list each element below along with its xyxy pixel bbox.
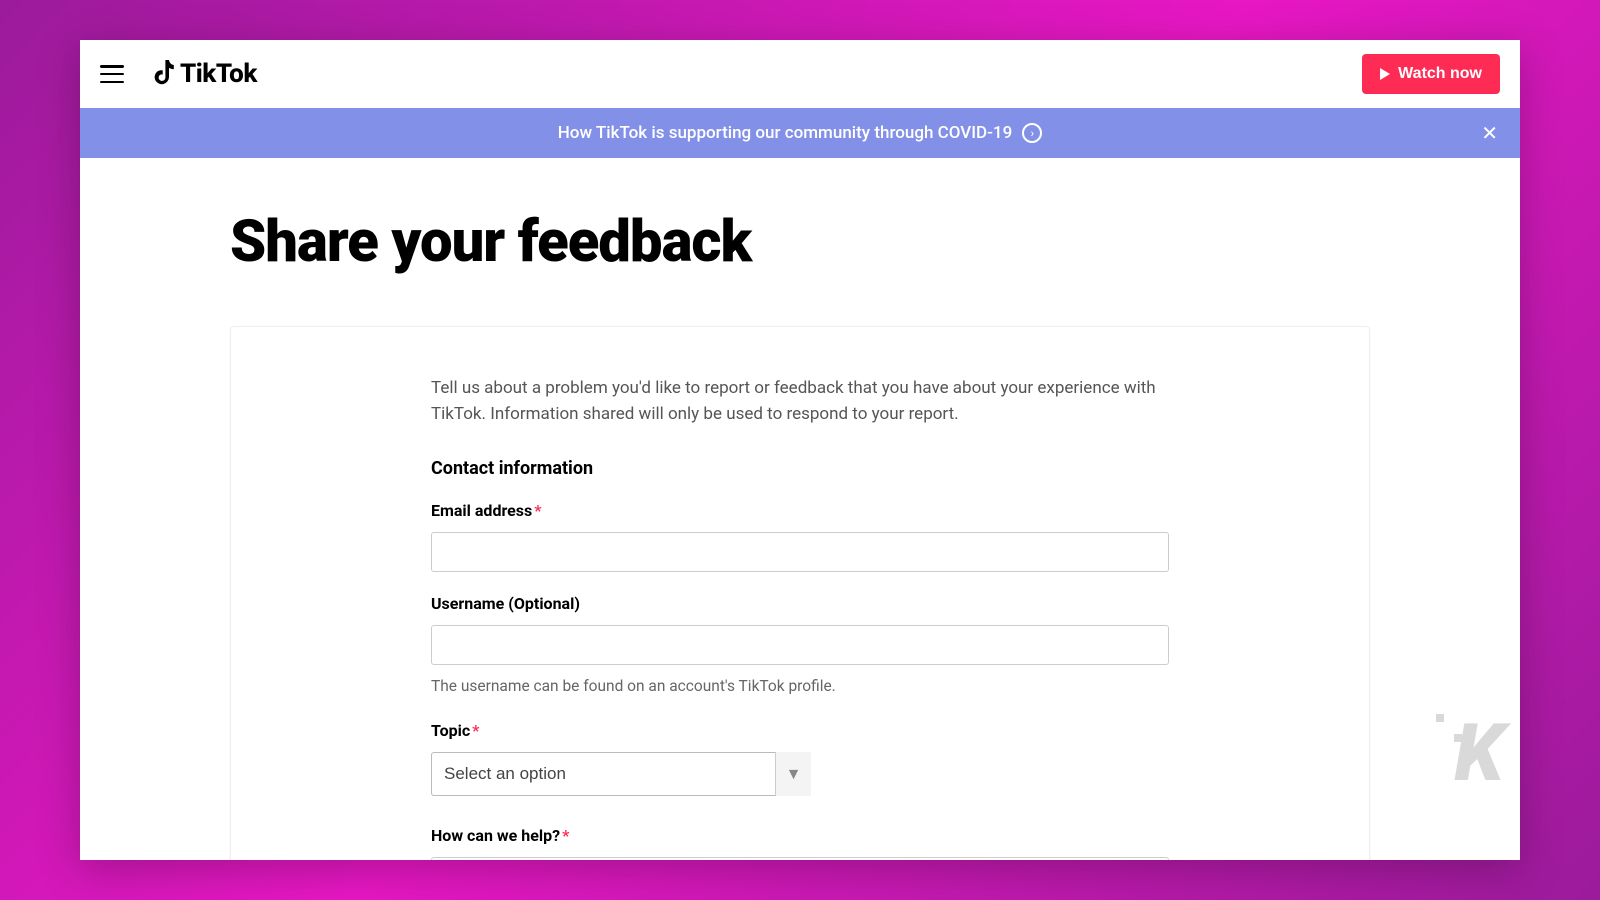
username-hint: The username can be found on an account'… — [431, 677, 1169, 695]
tiktok-note-icon — [152, 60, 176, 88]
hamburger-menu-icon[interactable] — [100, 65, 124, 83]
tiktok-logo[interactable]: TikTok — [152, 59, 257, 89]
help-input[interactable] — [431, 857, 1169, 860]
banner-text: How TikTok is supporting our community t… — [558, 123, 1013, 143]
circle-arrow-icon: › — [1022, 123, 1042, 143]
covid-banner: How TikTok is supporting our community t… — [80, 108, 1520, 158]
help-label: How can we help?* — [431, 826, 1169, 845]
topic-label: Topic* — [431, 721, 1169, 740]
covid-banner-link[interactable]: How TikTok is supporting our community t… — [558, 123, 1043, 143]
watch-now-label: Watch now — [1398, 65, 1482, 83]
email-label: Email address* — [431, 501, 1169, 520]
intro-text: Tell us about a problem you'd like to re… — [431, 375, 1169, 428]
feedback-form-card: Tell us about a problem you'd like to re… — [230, 326, 1370, 860]
topic-select[interactable]: Select an option — [431, 752, 811, 796]
logo-text: TikTok — [180, 59, 257, 89]
watch-now-button[interactable]: Watch now — [1362, 54, 1500, 94]
contact-section-heading: Contact information — [431, 458, 1169, 479]
main-content: Share your feedback Tell us about a prob… — [80, 158, 1520, 860]
topbar: TikTok Watch now — [80, 40, 1520, 108]
topic-select-wrap: Select an option ▼ — [431, 752, 811, 796]
username-label: Username (Optional) — [431, 594, 1169, 613]
topbar-left: TikTok — [100, 59, 257, 89]
page-title: Share your feedback — [230, 208, 1370, 276]
username-input[interactable] — [431, 625, 1169, 665]
app-window: TikTok Watch now How TikTok is supportin… — [80, 40, 1520, 860]
banner-close-icon[interactable]: ✕ — [1481, 121, 1498, 145]
email-input[interactable] — [431, 532, 1169, 572]
play-icon — [1380, 68, 1390, 80]
